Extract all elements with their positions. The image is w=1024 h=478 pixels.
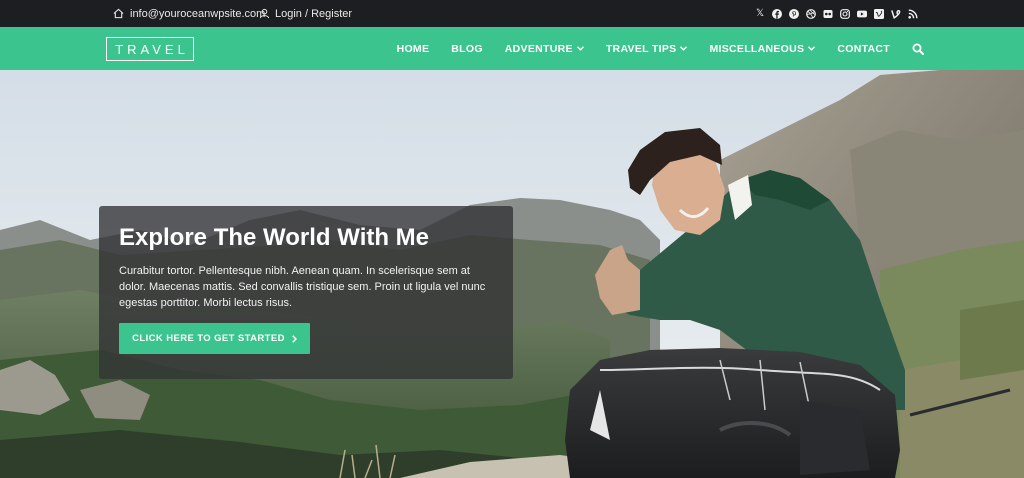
main-menu: HOME BLOG ADVENTURE TRAVEL TIPS MISCELLA… bbox=[375, 27, 924, 70]
dribbble-icon[interactable] bbox=[806, 8, 816, 19]
x-icon[interactable]: 𝕏 bbox=[755, 8, 765, 19]
chevron-down-icon bbox=[808, 46, 816, 51]
search-icon[interactable] bbox=[912, 43, 924, 55]
hero-text: Curabitur tortor. Pellentesque nibh. Aen… bbox=[119, 265, 486, 309]
nav-contact-label: CONTACT bbox=[837, 42, 890, 55]
site-logo[interactable]: TRAVEL bbox=[106, 37, 194, 61]
nav-home-label: HOME bbox=[396, 42, 430, 55]
social-links: 𝕏 bbox=[755, 0, 918, 27]
email-text: info@youroceanwpsite.com bbox=[130, 7, 266, 20]
nav-item-contact[interactable]: CONTACT bbox=[837, 43, 890, 55]
login-register-link[interactable]: Login / Register bbox=[259, 0, 352, 27]
nav-item-home[interactable]: HOME bbox=[397, 43, 430, 55]
nav-blog-label: BLOG bbox=[451, 42, 483, 55]
chevron-right-icon bbox=[292, 334, 297, 343]
hero-caption-box: Explore The World With Me Curabitur tort… bbox=[99, 206, 513, 379]
get-started-button[interactable]: CLICK HERE TO GET STARTED bbox=[119, 323, 310, 354]
hero-title: Explore The World With Me bbox=[119, 224, 430, 251]
vine-icon[interactable] bbox=[891, 9, 901, 19]
facebook-icon[interactable] bbox=[772, 8, 782, 19]
vimeo-icon[interactable] bbox=[874, 8, 884, 19]
flickr-icon[interactable] bbox=[823, 9, 833, 19]
login-text: Login / Register bbox=[275, 7, 353, 20]
nav-item-miscellaneous[interactable]: MISCELLANEOUS bbox=[709, 42, 816, 55]
youtube-icon[interactable] bbox=[857, 9, 867, 19]
pinterest-icon[interactable] bbox=[789, 8, 799, 19]
chevron-down-icon bbox=[576, 46, 584, 51]
top-bar: info@youroceanwpsite.com Login / Registe… bbox=[0, 0, 1024, 27]
nav-item-adventure[interactable]: ADVENTURE bbox=[505, 43, 584, 55]
cta-label: CLICK HERE TO GET STARTED bbox=[132, 333, 285, 344]
nav-item-travel-tips[interactable]: TRAVEL TIPS bbox=[606, 43, 688, 55]
nav-travel-tips-label: TRAVEL TIPS bbox=[605, 42, 677, 55]
home-icon bbox=[113, 8, 124, 19]
contact-email[interactable]: info@youroceanwpsite.com bbox=[113, 0, 265, 27]
rss-icon[interactable] bbox=[908, 9, 918, 19]
nav-item-blog[interactable]: BLOG bbox=[451, 43, 483, 55]
nav-adventure-label: ADVENTURE bbox=[504, 42, 573, 55]
instagram-icon[interactable] bbox=[840, 8, 850, 19]
main-navbar: TRAVEL HOME BLOG ADVENTURE TRAVEL TIPS M… bbox=[0, 27, 1024, 70]
chevron-down-icon bbox=[680, 46, 688, 51]
hero-section: Explore The World With Me Curabitur tort… bbox=[0, 70, 1024, 478]
user-icon bbox=[259, 8, 270, 19]
nav-misc-label: MISCELLANEOUS bbox=[709, 42, 805, 55]
